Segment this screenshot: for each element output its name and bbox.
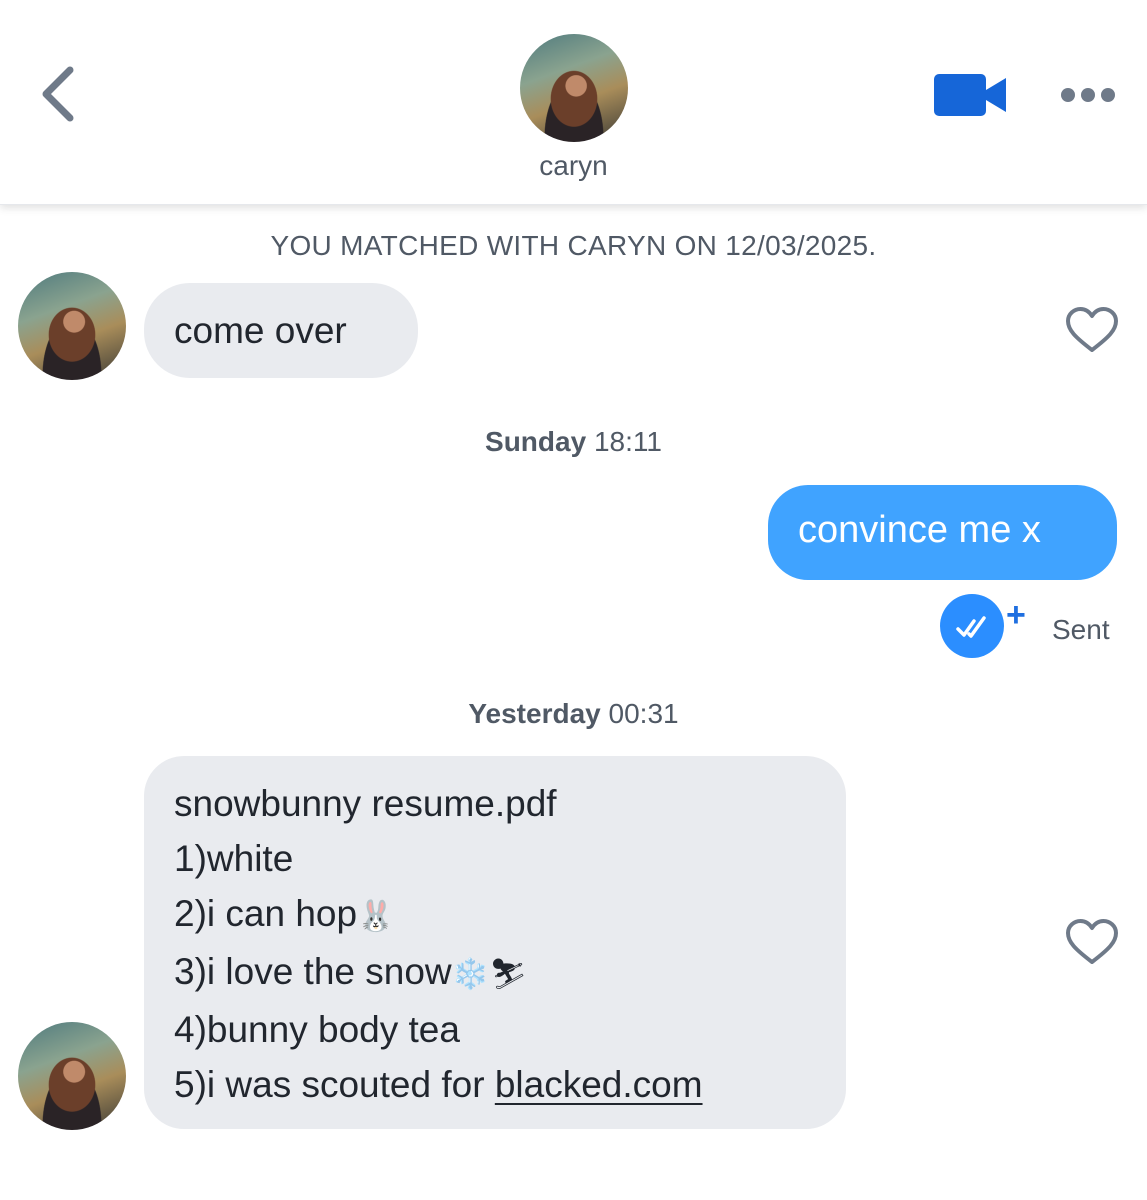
chat-header: caryn <box>0 0 1147 205</box>
timestamp-day: Yesterday <box>468 698 601 729</box>
snowflake-emoji-icon: ❄️ <box>451 957 490 992</box>
rabbit-emoji-icon: 🐰 <box>357 899 395 934</box>
message-line: 4)bunny body tea <box>174 1009 460 1050</box>
match-banner: YOU MATCHED WITH CARYN ON 12/03/2025. <box>270 230 877 261</box>
incoming-message-bubble[interactable]: come over <box>144 283 418 378</box>
message-line: snowbunny resume.pdf <box>174 783 557 824</box>
match-avatar[interactable] <box>520 34 628 142</box>
sender-avatar[interactable] <box>18 1022 126 1130</box>
message-line: 5)i was scouted for blacked.com <box>174 1064 703 1105</box>
skier-emoji-icon: ⛷ <box>489 957 528 992</box>
sender-avatar[interactable] <box>18 272 126 380</box>
read-receipt-icon <box>940 594 1004 658</box>
timestamp-divider: Sunday 18:11 <box>0 426 1147 458</box>
plus-icon[interactable]: + <box>1006 596 1026 635</box>
timestamp-day: Sunday <box>485 426 587 457</box>
incoming-message-bubble[interactable]: snowbunny resume.pdf 1)white 2)i can hop… <box>144 756 846 1129</box>
heart-like-icon[interactable] <box>1065 918 1119 966</box>
message-status: Sent <box>1052 614 1110 645</box>
heart-like-icon[interactable] <box>1065 306 1119 354</box>
message-line: 2)i can hop🐰 <box>174 893 395 934</box>
match-name[interactable]: caryn <box>0 150 1147 182</box>
more-horizontal-icon[interactable] <box>1058 80 1118 110</box>
video-camera-icon[interactable] <box>934 72 1008 118</box>
timestamp-divider: Yesterday 00:31 <box>0 698 1147 730</box>
outgoing-message-bubble[interactable]: convince me x <box>768 485 1117 580</box>
message-link[interactable]: blacked.com <box>495 1064 703 1105</box>
timestamp-time: 00:31 <box>608 698 679 729</box>
back-chevron-icon[interactable] <box>34 62 84 126</box>
timestamp-time: 18:11 <box>593 426 662 457</box>
message-line: 1)white <box>174 838 294 879</box>
message-line: 3)i love the snow❄️⛷ <box>174 951 528 992</box>
